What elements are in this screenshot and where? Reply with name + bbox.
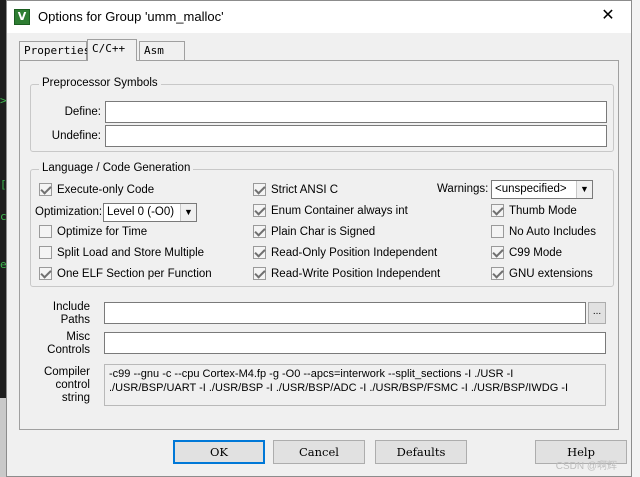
checkbox-box — [491, 225, 504, 239]
options-dialog: V Options for Group 'umm_malloc' ✕ Prope… — [6, 0, 632, 477]
one-elf-section-checkbox[interactable]: One ELF Section per Function — [39, 266, 212, 282]
checkbox-box — [253, 183, 266, 197]
preprocessor-group: Preprocessor Symbols Define: Undefine: — [30, 77, 614, 152]
checkbox-box — [253, 225, 266, 239]
preprocessor-group-label: Preprocessor Symbols — [39, 77, 161, 89]
misc-controls-label: Misc Controls — [47, 331, 90, 356]
strict-ansi-checkbox[interactable]: Strict ANSI C — [253, 182, 338, 198]
checkbox-box — [39, 267, 52, 281]
checkbox-box — [39, 246, 52, 260]
close-icon[interactable]: ✕ — [585, 1, 631, 33]
optimization-label: Optimization: — [35, 206, 103, 218]
title-bar: V Options for Group 'umm_malloc' ✕ — [7, 1, 631, 33]
defaults-button[interactable]: Defaults — [375, 440, 467, 464]
language-group: Language / Code Generation Execute-only … — [30, 162, 614, 287]
tab-properties[interactable]: Properties — [19, 41, 90, 60]
tab-c-cpp[interactable]: C/C++ — [87, 39, 137, 61]
enum-container-checkbox[interactable]: Enum Container always int — [253, 203, 408, 219]
dialog-title: Options for Group 'umm_malloc' — [38, 9, 224, 24]
watermark-text: CSDN @啊辉 — [555, 461, 617, 472]
include-paths-browse-button[interactable]: ... — [588, 302, 606, 324]
ok-button[interactable]: OK — [173, 440, 265, 464]
optimize-for-time-checkbox[interactable]: Optimize for Time — [39, 224, 147, 240]
checkbox-box — [253, 267, 266, 281]
optimization-select[interactable]: Level 0 (-O0) ▼ — [103, 203, 197, 222]
warnings-select[interactable]: <unspecified> ▼ — [491, 180, 593, 199]
c99-mode-checkbox[interactable]: C99 Mode — [491, 245, 562, 261]
include-paths-input[interactable] — [104, 302, 586, 324]
include-paths-label: Include Paths — [52, 301, 90, 326]
tab-asm[interactable]: Asm — [139, 41, 185, 60]
read-only-position-independent-checkbox[interactable]: Read-Only Position Independent — [253, 245, 437, 261]
split-load-store-checkbox[interactable]: Split Load and Store Multiple — [39, 245, 204, 261]
compiler-control-label: Compiler control string — [43, 366, 90, 404]
cancel-button[interactable]: Cancel — [273, 440, 365, 464]
chevron-down-icon: ▼ — [576, 181, 592, 198]
warnings-label: Warnings: — [437, 183, 489, 195]
checkbox-box — [491, 204, 504, 218]
language-group-label: Language / Code Generation — [39, 162, 194, 174]
define-label: Define: — [64, 106, 101, 118]
undefine-label: Undefine: — [51, 130, 101, 142]
undefine-input[interactable] — [105, 125, 607, 147]
checkbox-box — [491, 267, 504, 281]
chevron-down-icon: ▼ — [180, 204, 196, 221]
execute-only-checkbox[interactable]: Execute-only Code — [39, 182, 154, 198]
checkbox-box — [39, 183, 52, 197]
checkbox-box — [253, 246, 266, 260]
checkbox-box — [39, 225, 52, 239]
checkbox-box — [491, 246, 504, 260]
thumb-mode-checkbox[interactable]: Thumb Mode — [491, 203, 577, 219]
compiler-control-string[interactable]: -c99 --gnu -c --cpu Cortex-M4.fp -g -O0 … — [104, 364, 606, 406]
tab-panel-c-cpp: Preprocessor Symbols Define: Undefine: L… — [19, 60, 619, 430]
no-auto-includes-checkbox[interactable]: No Auto Includes — [491, 224, 596, 240]
checkbox-box — [253, 204, 266, 218]
keil-app-icon: V — [14, 9, 30, 25]
plain-char-signed-checkbox[interactable]: Plain Char is Signed — [253, 224, 375, 240]
misc-controls-input[interactable] — [104, 332, 606, 354]
define-input[interactable] — [105, 101, 607, 123]
read-write-position-independent-checkbox[interactable]: Read-Write Position Independent — [253, 266, 440, 282]
gnu-extensions-checkbox[interactable]: GNU extensions — [491, 266, 593, 282]
